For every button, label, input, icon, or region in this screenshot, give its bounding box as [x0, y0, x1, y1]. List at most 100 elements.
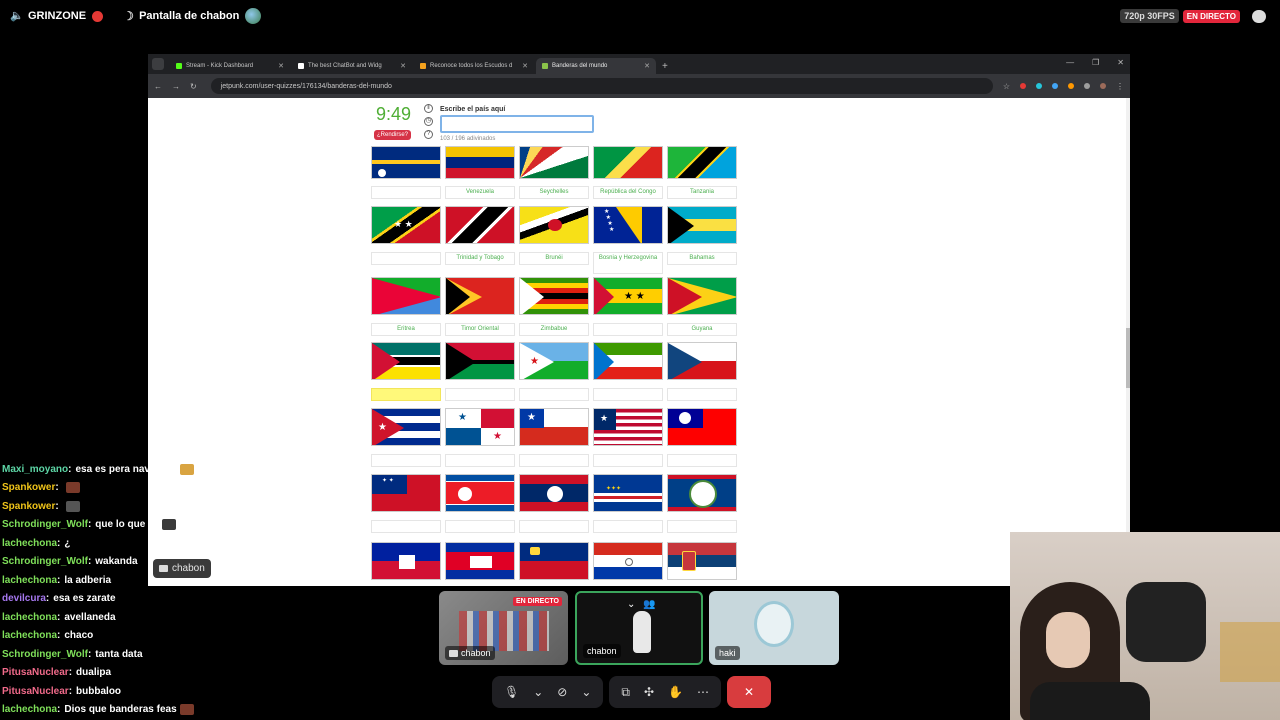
- disconnect-button[interactable]: ✕: [727, 676, 772, 708]
- flag-answer-label: Trinidad y Tobago: [445, 252, 515, 265]
- chat-text: esa es pera navideño: [75, 463, 177, 475]
- flag-cape-verde: ✦✦✦: [593, 474, 663, 512]
- microphone-icon[interactable]: 🎙: [504, 685, 519, 699]
- scrollbar-thumb[interactable]: [1126, 328, 1130, 388]
- chat-username[interactable]: lachechona: [2, 575, 57, 586]
- chevron-down-icon[interactable]: ⌄: [627, 599, 635, 610]
- tab-escudos[interactable]: Reconoce todos los Escudos d ✕: [414, 58, 534, 74]
- browser-window: Stream - Kick Dashboard ✕ The best ChatB…: [148, 54, 1130, 586]
- url-field[interactable]: jetpunk.com/user-quizzes/176134/banderas…: [210, 78, 993, 94]
- screen-share-tile[interactable]: EN DIRECTO chabon: [439, 591, 568, 665]
- chat-username[interactable]: Schrodinger_Wolf: [2, 519, 88, 530]
- streamer-shirt: [1030, 682, 1150, 720]
- new-tab-button[interactable]: +: [662, 61, 668, 72]
- pause-icon[interactable]: ‖: [424, 104, 433, 113]
- tab-strip: Stream - Kick Dashboard ✕ The best ChatB…: [148, 54, 1130, 74]
- close-window-icon[interactable]: ✕: [1117, 58, 1124, 67]
- flag-cell-mozambique: [371, 342, 441, 401]
- chat-username[interactable]: PitusaNuclear: [2, 686, 69, 697]
- back-icon[interactable]: ←: [154, 82, 162, 91]
- flag-djibouti: ★: [519, 342, 589, 380]
- flag-answer-label: [371, 454, 441, 467]
- bookmark-star-icon[interactable]: ☆: [1003, 82, 1010, 91]
- extension-icon[interactable]: [1052, 83, 1058, 89]
- flag-answer-label: [593, 520, 663, 533]
- tile-live-badge: EN DIRECTO: [512, 597, 562, 606]
- chat-username[interactable]: Schrodinger_Wolf: [2, 649, 88, 660]
- chat-message: lachechona: Dios que banderas feas: [2, 701, 232, 720]
- quiz-timer: 9:49: [376, 104, 412, 124]
- page-scrollbar[interactable]: [1126, 98, 1130, 586]
- chat-username[interactable]: devilcura: [2, 593, 46, 604]
- clock-icon[interactable]: ◷: [424, 117, 433, 126]
- close-tab-icon[interactable]: ✕: [522, 62, 528, 70]
- chat-text: Dios que banderas feas: [64, 704, 177, 716]
- screen-icon: [449, 649, 458, 657]
- stream-quality-badge: 720p 30FPS: [1120, 9, 1179, 23]
- profile-avatar-icon[interactable]: [1100, 83, 1106, 89]
- close-tab-icon[interactable]: ✕: [278, 62, 284, 70]
- chat-username[interactable]: lachechona: [2, 704, 57, 715]
- tile-name: chabon: [445, 646, 495, 660]
- chat-separator: :: [57, 537, 61, 549]
- answer-input[interactable]: [440, 115, 594, 133]
- user-tile-haki[interactable]: haki: [709, 591, 839, 665]
- call-controls: 🎙 ⌄ ⊘ ⌄ ⧉ ✣ ✋ ⋯ ✕: [492, 675, 772, 709]
- forward-icon[interactable]: →: [172, 82, 180, 91]
- media-controls: 🎙 ⌄ ⊘ ⌄: [492, 676, 604, 708]
- chat-username[interactable]: Spankower: [2, 482, 55, 493]
- flag-cell-congo: República del Congo: [593, 146, 663, 199]
- extension-icon[interactable]: [1068, 83, 1074, 89]
- flag-cell-trinidad: Trinidad y Tobago: [445, 206, 515, 265]
- more-icon[interactable]: ⋯: [697, 685, 709, 699]
- user-tile-chabon[interactable]: ⌄ 👥 chabon: [575, 591, 703, 665]
- participants-icon[interactable]: 👥: [643, 599, 655, 610]
- close-tab-icon[interactable]: ✕: [644, 62, 650, 70]
- give-up-button[interactable]: ¿Rendirse?: [374, 130, 412, 140]
- maximize-icon[interactable]: ❐: [1092, 58, 1099, 67]
- camera-off-icon[interactable]: ⊘: [557, 685, 567, 699]
- flag-tanzania: [667, 146, 737, 179]
- minimize-icon[interactable]: —: [1066, 58, 1074, 67]
- banderas-favicon-icon: [542, 63, 548, 69]
- server-name: GRINZONE: [28, 10, 87, 22]
- activities-icon[interactable]: ✣: [644, 685, 654, 699]
- flag-cell-panama: ★ ★: [445, 408, 515, 467]
- flag-equatorial-guinea: [593, 342, 663, 380]
- tab-search-icon[interactable]: [152, 58, 164, 70]
- extension-icon[interactable]: [1020, 83, 1026, 89]
- chat-separator: :: [57, 630, 61, 642]
- chevron-down-icon[interactable]: ⌄: [533, 685, 543, 699]
- reload-icon[interactable]: ↻: [190, 82, 197, 91]
- chat-username[interactable]: lachechona: [2, 612, 57, 623]
- chat-username[interactable]: lachechona: [2, 630, 57, 641]
- action-controls: ⧉ ✣ ✋ ⋯: [609, 676, 722, 708]
- flag-cell-bahamas: Bahamas: [667, 206, 737, 265]
- extensions-menu-icon[interactable]: [1084, 83, 1090, 89]
- screen-share-icon[interactable]: ⧉: [621, 685, 630, 700]
- progress-text: 103 / 196 adivinados: [440, 136, 496, 142]
- help-icon[interactable]: ?: [424, 130, 433, 139]
- extension-icon[interactable]: [1036, 83, 1042, 89]
- tab-banderas[interactable]: Banderas del mundo ✕: [536, 58, 656, 74]
- chat-username[interactable]: lachechona: [2, 538, 57, 549]
- flag-cell-brunei: Brunéi: [519, 206, 589, 265]
- chat-message: Spankower:: [2, 497, 232, 516]
- tab-kick-dashboard[interactable]: Stream - Kick Dashboard ✕: [170, 58, 290, 74]
- flag-cambodia: [445, 542, 515, 580]
- discord-window: 🔈 GRINZONE ☽ Pantalla de chabon 720p 30F…: [0, 0, 1280, 720]
- chat-username[interactable]: Schrodinger_Wolf: [2, 556, 88, 567]
- chat-username[interactable]: PitusaNuclear: [2, 667, 69, 678]
- chat-toggle-icon[interactable]: [1252, 9, 1266, 23]
- chat-message: Schrodinger_Wolf: tanta data: [2, 645, 232, 664]
- chat-username[interactable]: Spankower: [2, 501, 55, 512]
- browser-menu-icon[interactable]: ⋮: [1116, 82, 1124, 91]
- chat-username[interactable]: Maxi_moyano: [2, 464, 68, 475]
- penguin-avatar: [633, 611, 651, 653]
- tab-chatbot[interactable]: The best ChatBot and Widg ✕: [292, 58, 412, 74]
- close-tab-icon[interactable]: ✕: [400, 62, 406, 70]
- answer-prompt: Escribe el país aquí: [440, 106, 506, 113]
- soundboard-icon[interactable]: ✋: [668, 685, 683, 699]
- chevron-down-icon[interactable]: ⌄: [581, 685, 591, 699]
- flag-panama: ★ ★: [445, 408, 515, 446]
